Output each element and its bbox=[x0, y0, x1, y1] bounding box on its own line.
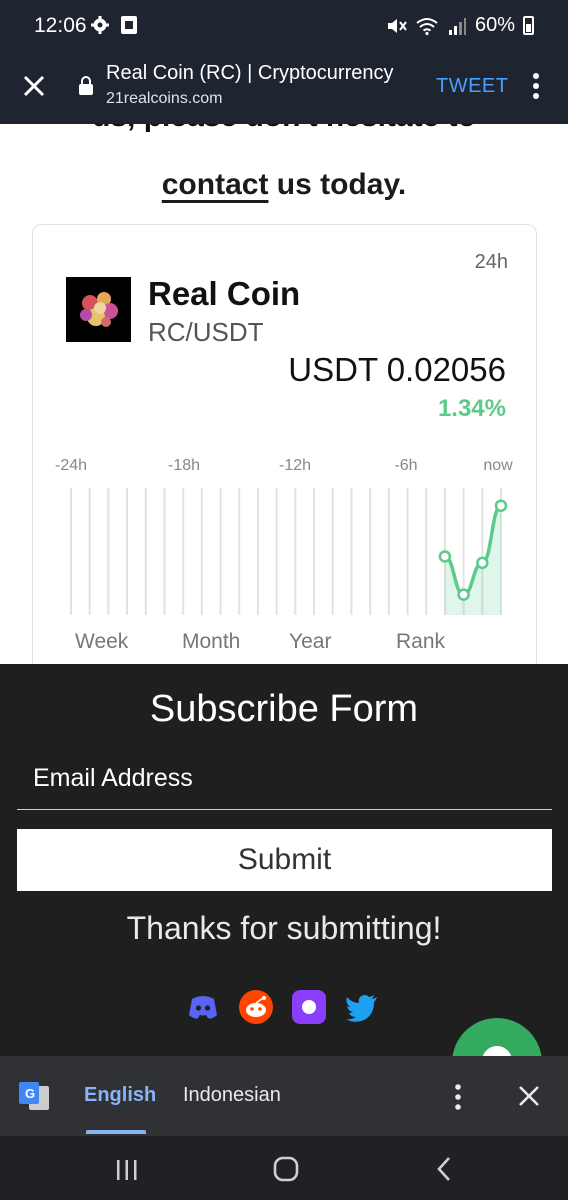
status-notification-icons bbox=[90, 15, 138, 35]
chart-data-point bbox=[457, 588, 470, 601]
chart-tabs: Week Month Year Rank bbox=[33, 630, 538, 660]
social-links bbox=[185, 989, 380, 1025]
tab-week[interactable]: Week bbox=[75, 630, 128, 654]
language-indonesian-tab[interactable]: Indonesian bbox=[183, 1084, 281, 1107]
chart-data-point bbox=[438, 550, 452, 563]
period-label: 24h bbox=[474, 251, 508, 273]
price-chart: -24h -18h -12h -6h now bbox=[55, 457, 513, 615]
home-icon[interactable] bbox=[272, 1155, 300, 1183]
page-url[interactable]: 21realcoins.com bbox=[106, 90, 223, 108]
tab-year[interactable]: Year bbox=[289, 630, 331, 654]
chart-x-tick-label: -18h bbox=[168, 457, 200, 474]
coin-price: USDT 0.02056 bbox=[288, 351, 506, 388]
system-nav-bar bbox=[0, 1136, 568, 1200]
discord-icon[interactable] bbox=[185, 989, 221, 1025]
chat-fab-button[interactable] bbox=[452, 1018, 542, 1056]
email-field[interactable]: Email Address bbox=[33, 764, 193, 793]
more-options-icon[interactable] bbox=[530, 71, 542, 101]
coin-price-widget: 24h Real Coin RC/USDT USDT 0.02056 1.34%… bbox=[32, 224, 537, 664]
battery-percent: 60% bbox=[474, 14, 515, 36]
status-system-icons: 60% bbox=[385, 14, 534, 37]
selected-language-indicator bbox=[86, 1130, 146, 1134]
translate-options-icon[interactable] bbox=[452, 1082, 464, 1112]
tweet-button[interactable]: TWEET bbox=[436, 75, 509, 98]
tab-rank[interactable]: Rank bbox=[396, 630, 445, 654]
partially-scrolled-text: us, please don't hesitate to bbox=[0, 124, 568, 134]
thanks-message: Thanks for submitting! bbox=[126, 910, 442, 946]
screenshot-icon bbox=[121, 16, 137, 34]
chart-x-tick-label: -12h bbox=[279, 457, 311, 474]
page-title: Real Coin (RC) | Cryptocurrency bbox=[106, 62, 394, 84]
signal-icon bbox=[448, 17, 466, 35]
subscribe-section: Subscribe Form Email Address Submit Than… bbox=[0, 664, 568, 1056]
tab-month[interactable]: Month bbox=[182, 630, 240, 654]
chat-icon bbox=[482, 1046, 512, 1056]
chart-x-tick-label: -6h bbox=[394, 457, 417, 474]
contact-link[interactable]: contact bbox=[162, 168, 269, 201]
page-content: us, please don't hesitate to contact us … bbox=[0, 124, 568, 664]
coin-logo-icon bbox=[66, 277, 131, 342]
kick-icon[interactable] bbox=[291, 989, 327, 1025]
email-field-underline bbox=[17, 809, 552, 810]
contact-line: contact us today. bbox=[0, 168, 568, 202]
battery-icon bbox=[523, 16, 534, 35]
chart-data-point bbox=[476, 556, 489, 570]
translate-bar: G English Indonesian bbox=[0, 1056, 568, 1136]
back-icon[interactable] bbox=[434, 1155, 454, 1183]
coin-name: Real Coin bbox=[148, 275, 301, 312]
twitter-icon[interactable] bbox=[344, 989, 380, 1025]
recents-icon[interactable] bbox=[114, 1158, 140, 1182]
submit-button[interactable]: Submit bbox=[17, 829, 552, 891]
google-translate-icon: G bbox=[19, 1082, 49, 1110]
close-icon[interactable] bbox=[20, 72, 48, 100]
chart-x-tick-label: now bbox=[483, 457, 513, 474]
language-english-tab[interactable]: English bbox=[84, 1084, 156, 1107]
svg-text:G: G bbox=[25, 1086, 35, 1101]
status-time: 12:06 bbox=[34, 14, 87, 37]
chart-data-point bbox=[494, 499, 508, 512]
coin-pair: RC/USDT bbox=[148, 317, 264, 347]
settings-gear-icon bbox=[91, 16, 109, 34]
mute-icon bbox=[387, 18, 407, 33]
chart-x-tick-label: -24h bbox=[55, 457, 87, 474]
wifi-icon bbox=[416, 17, 438, 35]
contact-line-rest: us today. bbox=[268, 168, 407, 201]
lock-icon bbox=[79, 76, 93, 95]
browser-toolbar: Real Coin (RC) | Cryptocurrency 21realco… bbox=[0, 54, 568, 124]
status-bar: 12:06 60% bbox=[0, 0, 568, 54]
subscribe-title: Subscribe Form bbox=[149, 688, 419, 730]
reddit-icon[interactable] bbox=[238, 989, 274, 1025]
translate-close-icon[interactable] bbox=[516, 1083, 542, 1109]
coin-change-percent: 1.34% bbox=[437, 395, 506, 422]
